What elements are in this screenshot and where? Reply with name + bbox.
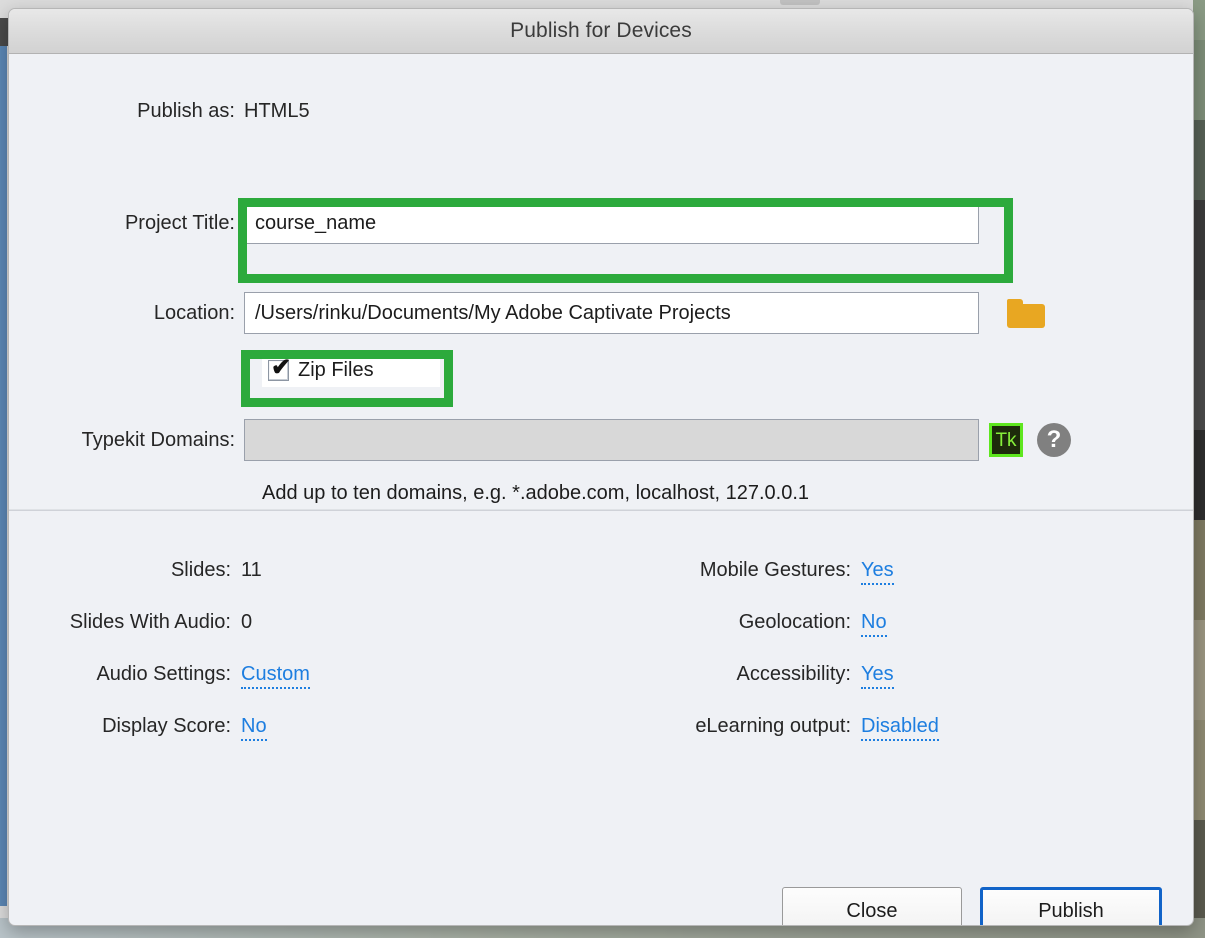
audio-settings-link[interactable]: Custom <box>241 663 310 689</box>
slides-label: Slides: <box>170 559 231 581</box>
project-title-highlight-box <box>238 198 1013 283</box>
summary-row: Slides: 11 <box>9 559 569 611</box>
browse-folder-icon[interactable] <box>1007 298 1045 328</box>
summary-row: Mobile Gestures: Yes <box>569 559 1129 611</box>
elearning-output-label: eLearning output: <box>695 715 851 737</box>
publish-as-value: HTML5 <box>244 100 310 122</box>
zip-files-highlight-box <box>241 350 453 407</box>
typekit-hint-text: Add up to ten domains, e.g. *.adobe.com,… <box>262 482 810 504</box>
publish-for-devices-dialog: Publish for Devices Publish as: HTML5 Pr… <box>8 8 1194 926</box>
mobile-gestures-link[interactable]: Yes <box>861 559 894 585</box>
summary-column-right: Mobile Gestures: Yes Geolocation: No Acc… <box>569 559 1129 767</box>
location-row: Location: /Users/rinku/Documents/My Adob… <box>9 292 1045 334</box>
help-icon[interactable]: ? <box>1037 423 1071 457</box>
publish-as-label: Publish as: <box>137 100 235 122</box>
slides-with-audio-label: Slides With Audio: <box>69 611 231 633</box>
typekit-domains-label: Typekit Domains: <box>81 428 235 451</box>
dialog-body: Publish as: HTML5 Project Title: course_… <box>9 54 1193 925</box>
accessibility-link[interactable]: Yes <box>861 663 894 689</box>
accessibility-label: Accessibility: <box>736 663 851 685</box>
geolocation-label: Geolocation: <box>738 611 851 633</box>
close-button[interactable]: Close <box>782 887 962 925</box>
summary-row: Slides With Audio: 0 <box>9 611 569 663</box>
section-divider <box>9 509 1193 511</box>
publish-as-row: Publish as: HTML5 <box>9 100 310 123</box>
summary-column-left: Slides: 11 Slides With Audio: 0 Audio Se… <box>9 559 569 767</box>
background-window-nub <box>780 0 820 5</box>
slides-value: 11 <box>241 559 262 581</box>
geolocation-link[interactable]: No <box>861 611 887 637</box>
background-window-right-strip <box>1193 0 1205 938</box>
location-input[interactable]: /Users/rinku/Documents/My Adobe Captivat… <box>244 292 979 334</box>
summary-row: eLearning output: Disabled <box>569 715 1129 767</box>
summary-row: Audio Settings: Custom <box>9 663 569 715</box>
dialog-title: Publish for Devices <box>510 19 692 42</box>
background-window-left-dark <box>0 18 8 46</box>
background-window-left-strip <box>0 46 7 906</box>
summary-row: Display Score: No <box>9 715 569 767</box>
project-title-label: Project Title: <box>124 211 235 234</box>
mobile-gestures-label: Mobile Gestures: <box>699 559 851 581</box>
typekit-icon[interactable]: Tk <box>989 423 1023 457</box>
summary-row: Geolocation: No <box>569 611 1129 663</box>
typekit-domains-row: Typekit Domains: Tk ? <box>9 419 1071 461</box>
dialog-titlebar: Publish for Devices <box>9 9 1193 54</box>
location-label: Location: <box>153 301 235 324</box>
display-score-link[interactable]: No <box>241 715 267 741</box>
typekit-domains-input[interactable] <box>244 419 979 461</box>
summary-row: Accessibility: Yes <box>569 663 1129 715</box>
publish-button[interactable]: Publish <box>980 887 1162 925</box>
slides-with-audio-value: 0 <box>241 611 253 633</box>
display-score-label: Display Score: <box>102 715 231 737</box>
audio-settings-label: Audio Settings: <box>96 663 231 685</box>
elearning-output-link[interactable]: Disabled <box>861 715 939 741</box>
